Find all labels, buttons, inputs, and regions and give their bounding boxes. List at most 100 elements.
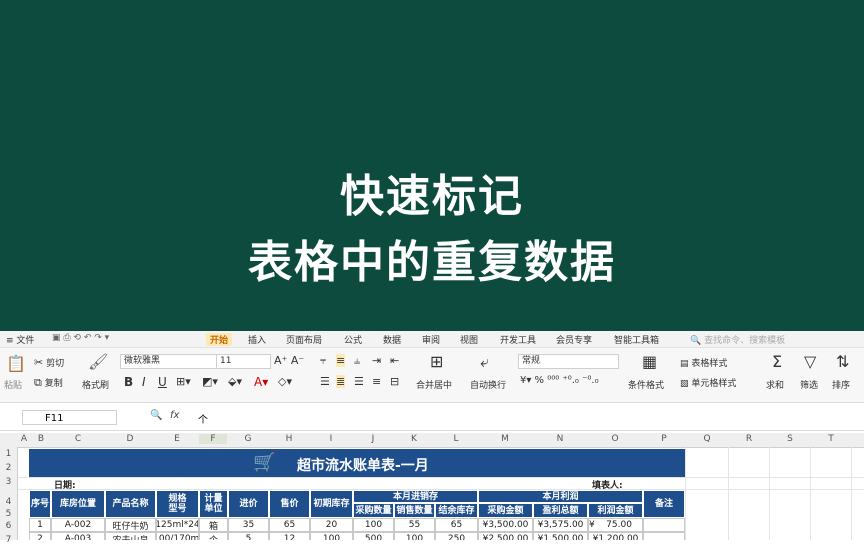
row-header-4[interactable]: 4 xyxy=(0,497,17,507)
cell-style-button[interactable]: ▧ 单元格样式 xyxy=(680,376,736,389)
header-cost[interactable]: 进价 xyxy=(228,490,269,518)
header-note[interactable]: 备注 xyxy=(643,490,685,518)
sum-button[interactable]: 求和 xyxy=(766,378,784,391)
row-header-5[interactable]: 5 xyxy=(0,509,17,519)
row-header-6[interactable]: 6 xyxy=(0,521,17,531)
header-end-stock[interactable]: 结余库存 xyxy=(435,503,478,518)
col-header-E[interactable]: E xyxy=(156,434,198,444)
number-format-select[interactable]: 常规 xyxy=(518,354,619,369)
header-sales-qty[interactable]: 销售数量 xyxy=(394,503,435,518)
table-cell[interactable] xyxy=(643,532,685,540)
table-cell[interactable]: 250 xyxy=(435,532,478,540)
col-header-S[interactable]: S xyxy=(770,434,810,444)
table-cell[interactable]: 100 xyxy=(310,532,353,540)
col-header-R[interactable]: R xyxy=(729,434,769,444)
table-cell[interactable]: 箱 xyxy=(199,518,228,532)
conditional-format-icon[interactable]: ▦ xyxy=(642,352,657,371)
table-cell[interactable]: 12 xyxy=(269,532,310,540)
col-header-H[interactable]: H xyxy=(269,434,309,444)
file-menu[interactable]: ≡ 文件 xyxy=(6,333,34,346)
row-header-1[interactable]: 1 xyxy=(0,449,17,459)
font-size-select[interactable]: 11 xyxy=(216,354,271,369)
zoom-icon[interactable]: 🔍 xyxy=(150,410,162,421)
header-product[interactable]: 产品名称 xyxy=(105,490,156,518)
table-cell[interactable]: 100 xyxy=(394,532,435,540)
sheet-title-banner[interactable]: 🛒 超市流水账单表-一月 xyxy=(29,449,685,477)
bottom-align-icon[interactable]: ⫨ xyxy=(354,354,360,368)
table-cell[interactable]: 65 xyxy=(269,518,310,532)
table-cell[interactable]: 2 xyxy=(29,532,51,540)
fx-icon[interactable]: fx xyxy=(170,410,179,421)
tab-page-layout[interactable]: 页面布局 xyxy=(286,333,322,346)
table-cell[interactable]: ¥ 75.00 xyxy=(588,518,643,532)
clear-format-icon[interactable]: ◇▾ xyxy=(278,375,292,388)
bold-button[interactable]: B xyxy=(124,375,133,389)
header-profit-total[interactable]: 盈利总额 xyxy=(533,503,588,518)
sum-icon[interactable]: Σ xyxy=(772,352,782,371)
col-header-G[interactable]: G xyxy=(228,434,268,444)
merge-center-button[interactable]: 合并居中 xyxy=(416,378,452,391)
table-cell[interactable]: ¥3,500.00 xyxy=(478,518,533,532)
col-header-C[interactable]: C xyxy=(52,434,104,444)
col-header-D[interactable]: D xyxy=(105,434,155,444)
conditional-format-button[interactable]: 条件格式 xyxy=(628,378,664,391)
col-header-M[interactable]: M xyxy=(478,434,532,444)
header-spec[interactable]: 规格型号 xyxy=(156,490,199,518)
table-cell[interactable]: 100 xyxy=(353,518,394,532)
table-cell[interactable]: A-003 xyxy=(51,532,105,540)
table-cell[interactable]: 500 xyxy=(353,532,394,540)
font-grow-shrink-icon[interactable]: A⁺ A⁻ xyxy=(274,354,304,367)
col-header-K[interactable]: K xyxy=(394,434,434,444)
quick-access-icons[interactable]: ▣ ⎙ ⟲ ↶ ↷ ▾ xyxy=(52,333,109,343)
underline-button[interactable]: U xyxy=(158,375,167,389)
col-header-I[interactable]: I xyxy=(310,434,352,444)
font-name-select[interactable]: 微软雅黑 xyxy=(120,354,217,369)
table-cell[interactable]: 35 xyxy=(228,518,269,532)
col-header-B[interactable]: B xyxy=(31,434,51,444)
header-profit-amount[interactable]: 利润金额 xyxy=(588,503,643,518)
header-seq[interactable]: 序号 xyxy=(29,490,51,518)
sort-button[interactable]: 排序 xyxy=(832,378,850,391)
col-header-L[interactable]: L xyxy=(435,434,477,444)
table-cell[interactable]: 20 xyxy=(310,518,353,532)
header-purchase-qty[interactable]: 采购数量 xyxy=(353,503,394,518)
table-cell[interactable]: 旺仔牛奶 xyxy=(105,518,156,532)
header-purchase-amount[interactable]: 采购金额 xyxy=(478,503,533,518)
table-cell[interactable] xyxy=(643,518,685,532)
name-box[interactable]: F11 xyxy=(22,410,117,425)
col-header-N[interactable]: N xyxy=(533,434,587,444)
wrap-text-button[interactable]: 自动换行 xyxy=(470,378,506,391)
header-price[interactable]: 售价 xyxy=(269,490,310,518)
table-cell[interactable]: 65 xyxy=(435,518,478,532)
sort-icon[interactable]: ⇅ xyxy=(836,352,849,371)
header-location[interactable]: 库房位置 xyxy=(51,490,105,518)
tab-data[interactable]: 数据 xyxy=(383,333,401,346)
table-cell[interactable]: ¥1,200.00 xyxy=(588,532,643,540)
row-header-7[interactable]: 7 xyxy=(0,535,17,545)
tab-home[interactable]: 开始 xyxy=(206,333,233,346)
row-header-3[interactable]: 3 xyxy=(0,477,17,487)
header-group-profit[interactable]: 本月利润 xyxy=(478,490,643,503)
tab-view[interactable]: 视图 xyxy=(460,333,478,346)
tab-review[interactable]: 审阅 xyxy=(422,333,440,346)
table-cell[interactable]: A-002 xyxy=(51,518,105,532)
format-painter-button[interactable]: 格式刷 xyxy=(82,378,109,391)
col-header-P[interactable]: P xyxy=(643,434,685,444)
indent-icon[interactable]: ⇥ xyxy=(372,354,381,367)
table-cell[interactable]: 1 xyxy=(29,518,51,532)
table-style-button[interactable]: ▤ 表格样式 xyxy=(680,356,727,369)
table-cell[interactable]: 5 xyxy=(228,532,269,540)
col-header-F[interactable]: F xyxy=(199,434,227,444)
italic-button[interactable]: I xyxy=(142,375,146,389)
justify-icon[interactable]: ≡ xyxy=(372,375,381,388)
middle-align-icon[interactable]: ≡ xyxy=(336,354,346,367)
wrap-text-icon[interactable]: ⤶ xyxy=(480,352,489,372)
header-unit[interactable]: 计量单位 xyxy=(199,490,228,518)
formula-input[interactable]: 个 xyxy=(198,411,208,426)
tab-member[interactable]: 会员专享 xyxy=(556,333,592,346)
tab-formula[interactable]: 公式 xyxy=(344,333,362,346)
outdent-icon[interactable]: ⇤ xyxy=(390,354,399,367)
table-cell[interactable]: 125ml*24 xyxy=(156,518,199,532)
format-painter-icon[interactable]: 🖌 xyxy=(88,352,108,371)
align-left-icon[interactable]: ☰ xyxy=(320,375,330,388)
